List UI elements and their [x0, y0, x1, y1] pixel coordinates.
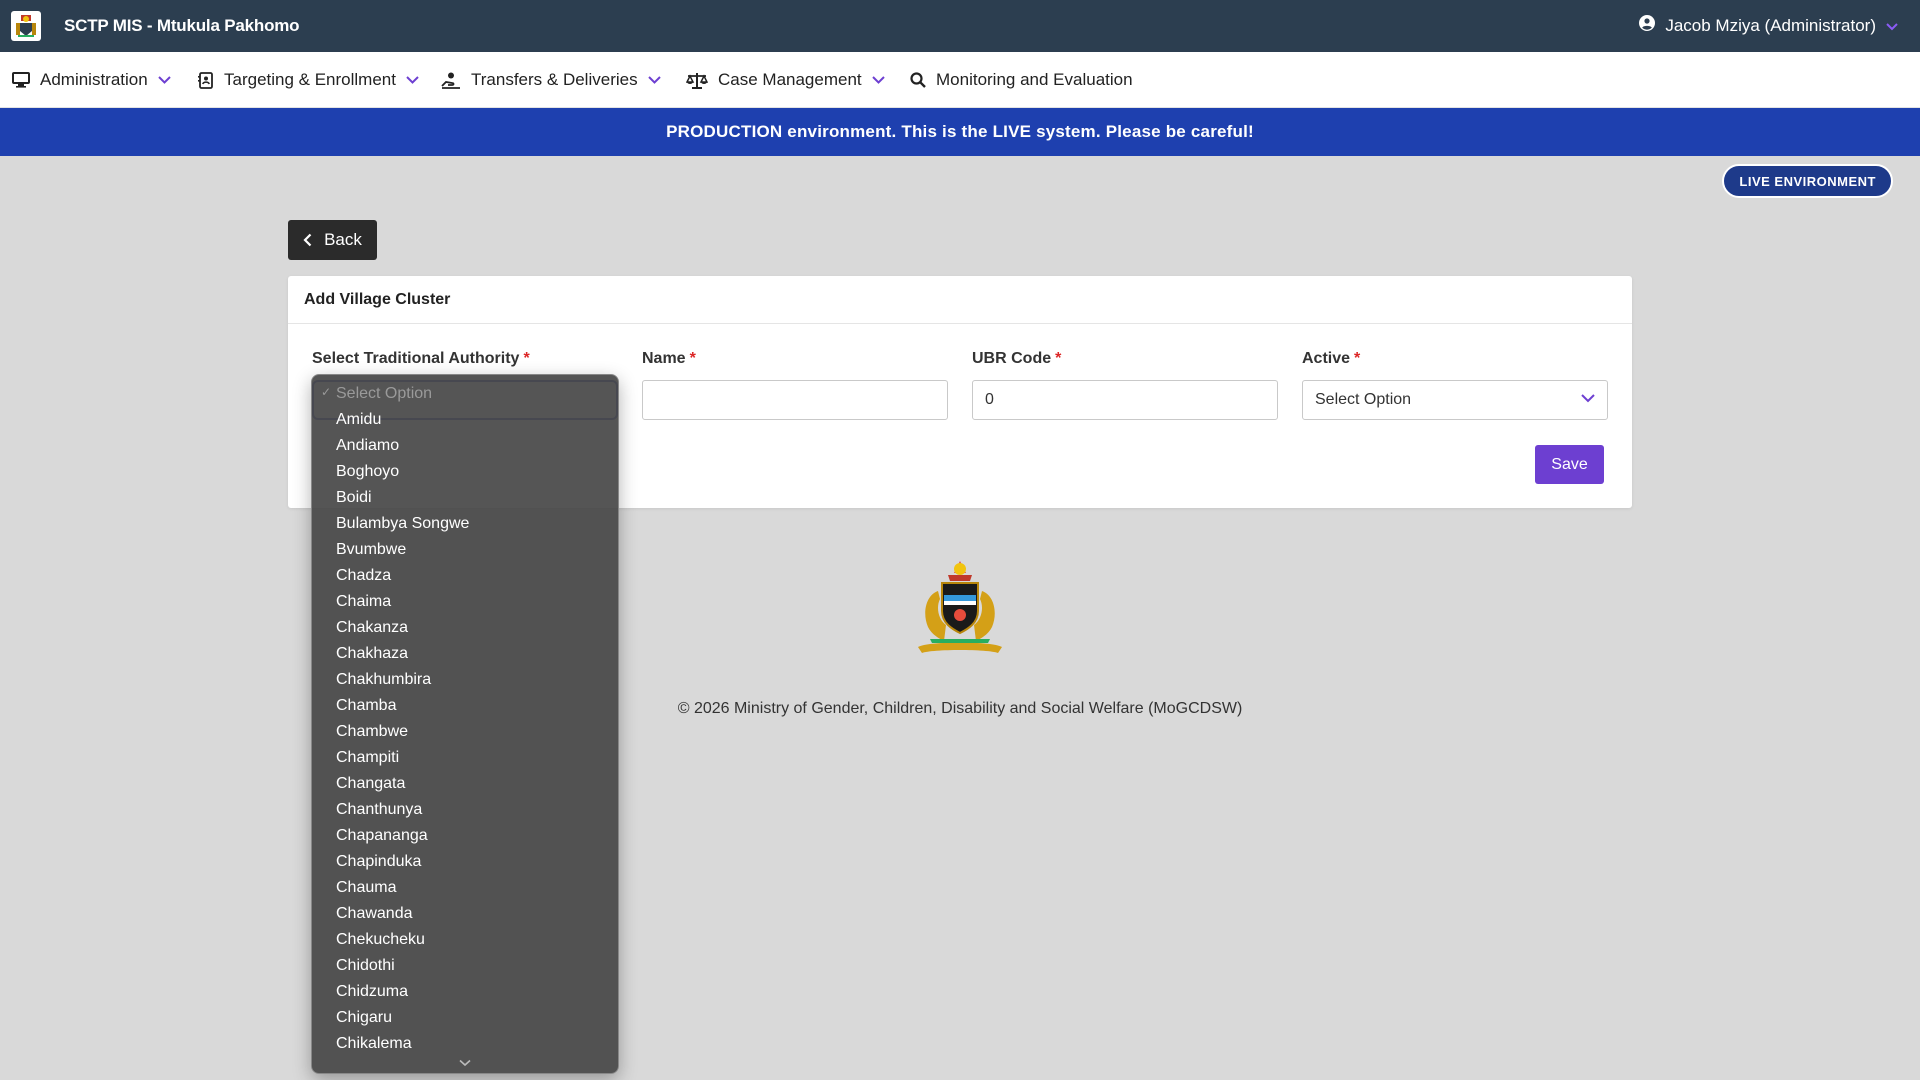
dropdown-option[interactable]: Boghoyo: [312, 459, 618, 485]
ta-label: Select Traditional Authority *: [312, 350, 530, 368]
main-nav: Administration Targeting & Enrollment Tr…: [0, 52, 1920, 108]
monitor-icon: [12, 72, 30, 88]
dropdown-option[interactable]: Boidi: [312, 485, 618, 511]
chevron-down-icon: [158, 76, 171, 84]
placeholder-text: Select Option: [336, 385, 433, 402]
nav-label: Monitoring and Evaluation: [936, 70, 1133, 89]
dropdown-option[interactable]: Chambwe: [312, 719, 618, 745]
dropdown-option[interactable]: Chikalema: [312, 1031, 618, 1057]
name-input[interactable]: [642, 380, 948, 420]
scales-icon: [686, 72, 708, 89]
dropdown-option[interactable]: Chidothi: [312, 953, 618, 979]
required-mark: *: [689, 350, 696, 367]
footer-copyright: © 2026 Ministry of Gender, Children, Dis…: [677, 700, 1243, 717]
search-icon: [910, 72, 926, 88]
dropdown-option[interactable]: Champiti: [312, 745, 618, 771]
malawi-coat-of-arms-emblem: [908, 555, 1012, 659]
dropdown-option[interactable]: Chapananga: [312, 823, 618, 849]
nav-label: Targeting & Enrollment: [224, 70, 396, 89]
chevron-down-icon: [871, 76, 885, 84]
scroll-down-icon[interactable]: [312, 1055, 618, 1071]
user-menu[interactable]: Jacob Mziya (Administrator): [1639, 15, 1898, 36]
active-label: Active *: [1302, 350, 1360, 368]
dropdown-option[interactable]: Chakhumbira: [312, 667, 618, 693]
chevron-down-icon: [1581, 394, 1595, 403]
dropdown-option[interactable]: Chigaru: [312, 1005, 618, 1031]
name-label-text: Name: [642, 350, 686, 367]
nav-monitoring-evaluation[interactable]: Monitoring and Evaluation: [910, 52, 1133, 108]
nav-label: Transfers & Deliveries: [471, 70, 638, 89]
hand-coin-icon: [441, 72, 461, 89]
dropdown-option[interactable]: Chakhaza: [312, 641, 618, 667]
required-mark: *: [1055, 350, 1062, 367]
dropdown-option[interactable]: Chaima: [312, 589, 618, 615]
back-label: Back: [324, 230, 362, 249]
ta-label-text: Select Traditional Authority: [312, 350, 520, 367]
live-environment-badge: LIVE ENVIRONMENT: [1722, 164, 1893, 198]
traditional-authority-dropdown-list[interactable]: ✓ Select Option Amidu Andiamo Boghoyo Bo…: [311, 374, 619, 1074]
dropdown-option[interactable]: Chadza: [312, 563, 618, 589]
active-select[interactable]: Select Option: [1302, 380, 1608, 420]
dropdown-option[interactable]: Chapinduka: [312, 849, 618, 875]
nav-transfers-deliveries[interactable]: Transfers & Deliveries: [441, 52, 661, 108]
nav-label: Case Management: [718, 70, 862, 89]
dropdown-option[interactable]: Chidzuma: [312, 979, 618, 1005]
app-title[interactable]: SCTP MIS - Mtukula Pakhomo: [64, 16, 300, 36]
dropdown-option[interactable]: Chanthunya: [312, 797, 618, 823]
dropdown-option[interactable]: Chauma: [312, 875, 618, 901]
ubr-code-input[interactable]: 0: [972, 380, 1278, 420]
nav-targeting-enrollment[interactable]: Targeting & Enrollment: [198, 52, 419, 108]
chevron-down-icon: [1886, 16, 1898, 36]
name-label: Name *: [642, 350, 696, 368]
dropdown-option[interactable]: Amidu: [312, 407, 618, 433]
checkmark-icon: ✓: [321, 385, 332, 399]
dropdown-option[interactable]: Chekucheku: [312, 927, 618, 953]
id-card-icon: [198, 71, 214, 89]
environment-banner: PRODUCTION environment. This is the LIVE…: [0, 108, 1920, 156]
dropdown-option[interactable]: Changata: [312, 771, 618, 797]
user-name: Jacob Mziya (Administrator): [1665, 15, 1876, 35]
ubr-label-text: UBR Code: [972, 350, 1052, 367]
app-logo[interactable]: [11, 11, 41, 41]
required-mark: *: [523, 350, 530, 367]
nav-administration[interactable]: Administration: [12, 52, 171, 108]
dropdown-option[interactable]: Andiamo: [312, 433, 618, 459]
back-button[interactable]: Back: [288, 220, 377, 260]
dropdown-option[interactable]: Bulambya Songwe: [312, 511, 618, 537]
dropdown-option[interactable]: Chakanza: [312, 615, 618, 641]
nav-label: Administration: [40, 70, 148, 89]
chevron-left-icon: [303, 233, 312, 247]
dropdown-option[interactable]: Chamba: [312, 693, 618, 719]
user-circle-icon: [1639, 15, 1656, 36]
card-title: Add Village Cluster: [288, 276, 1632, 324]
top-bar: SCTP MIS - Mtukula Pakhomo Jacob Mziya (…: [0, 0, 1920, 52]
save-button[interactable]: Save: [1535, 445, 1604, 484]
active-label-text: Active: [1302, 350, 1351, 367]
chevron-down-icon: [647, 76, 661, 84]
dropdown-option-placeholder[interactable]: ✓ Select Option: [312, 381, 618, 407]
nav-case-management[interactable]: Case Management: [686, 52, 885, 108]
active-select-value: Select Option: [1315, 391, 1412, 408]
required-mark: *: [1354, 350, 1361, 367]
dropdown-option[interactable]: Chawanda: [312, 901, 618, 927]
chevron-down-icon: [406, 76, 419, 84]
dropdown-option[interactable]: Bvumbwe: [312, 537, 618, 563]
ubr-code-label: UBR Code *: [972, 350, 1061, 368]
